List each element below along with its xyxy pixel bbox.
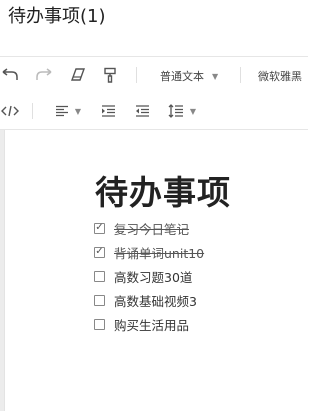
list-item: 购买生活用品 [94, 312, 204, 336]
toolbar-divider [136, 67, 137, 83]
undo-icon [1, 68, 19, 82]
indent-icon [101, 105, 116, 117]
redo-icon [35, 68, 53, 82]
code-button[interactable] [0, 101, 20, 121]
format-painter-button[interactable] [100, 65, 120, 85]
align-left-icon [55, 105, 69, 117]
todo-text[interactable]: 购买生活用品 [114, 315, 189, 334]
eraser-icon [70, 68, 86, 82]
font-family-label: 微软雅黑 [258, 70, 302, 83]
todo-checkbox[interactable]: ✓ [94, 222, 105, 234]
indent-button[interactable] [98, 101, 118, 121]
checkmark-icon: ✓ [95, 246, 104, 257]
todo-checkbox[interactable] [94, 318, 105, 330]
todo-checkbox[interactable]: ✓ [94, 246, 105, 258]
document-page[interactable]: 待办事项 ✓ 复习今日笔记 ✓ 背诵单词unit10 高数习题30道 高数基础视… [4, 130, 309, 411]
todo-text[interactable]: 高数习题30道 [114, 267, 192, 286]
paragraph-style-label: 普通文本 [160, 70, 204, 83]
checkmark-icon: ✓ [95, 222, 104, 233]
toolbar-divider [240, 67, 241, 83]
format-painter-icon [103, 67, 117, 83]
list-item: 高数习题30道 [94, 264, 204, 288]
todo-text[interactable]: 复习今日笔记 [114, 219, 189, 238]
todo-checkbox[interactable] [94, 294, 105, 306]
todo-checkbox[interactable] [94, 270, 105, 282]
line-height-dropdown[interactable]: ▼ [164, 101, 200, 121]
align-dropdown[interactable]: ▼ [52, 101, 84, 121]
chevron-down-icon: ▼ [74, 106, 82, 116]
title-bar: 待办事项(1) [0, 0, 308, 57]
list-item: ✓ 复习今日笔记 [94, 216, 204, 240]
paragraph-style-select[interactable]: 普通文本 ▼ [160, 68, 218, 84]
undo-button[interactable] [0, 65, 20, 85]
toolbar-divider [32, 103, 33, 119]
list-item: ✓ 背诵单词unit10 [94, 240, 204, 264]
document-heading[interactable]: 待办事项 [95, 166, 231, 214]
line-height-icon [168, 104, 184, 118]
font-family-select[interactable]: 微软雅黑 [258, 68, 302, 84]
clear-format-button[interactable] [68, 65, 88, 85]
outdent-icon [135, 105, 150, 117]
document-title[interactable]: 待办事项(1) [8, 2, 106, 28]
list-item: 高数基础视频3 [94, 288, 204, 312]
code-icon [1, 104, 19, 118]
todo-text[interactable]: 背诵单词unit10 [114, 243, 204, 262]
todo-text[interactable]: 高数基础视频3 [114, 291, 197, 310]
chevron-down-icon: ▼ [189, 106, 197, 116]
toolbar-row-1: 普通文本 ▼ 微软雅黑 [0, 57, 308, 93]
redo-button[interactable] [34, 65, 54, 85]
toolbar-row-2: ▼ ▼ [0, 93, 308, 130]
chevron-down-icon: ▼ [212, 71, 219, 81]
outdent-button[interactable] [132, 101, 152, 121]
todo-list: ✓ 复习今日笔记 ✓ 背诵单词unit10 高数习题30道 高数基础视频3 购买… [94, 216, 204, 336]
